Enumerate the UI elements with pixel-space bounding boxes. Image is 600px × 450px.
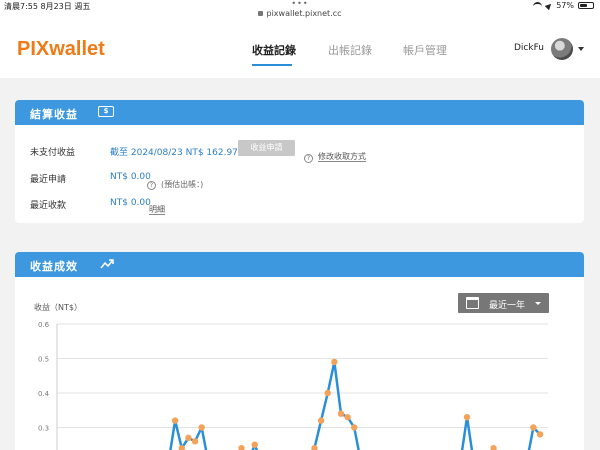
y-tick-label: 0.5 xyxy=(38,356,49,364)
y-tick-label: 0.6 xyxy=(38,321,50,329)
y-tick-label: 0.3 xyxy=(38,425,49,433)
y-axis-label: 收益（NT$） xyxy=(34,302,82,312)
data-point xyxy=(251,441,258,448)
data-point xyxy=(311,445,318,450)
data-point xyxy=(530,424,537,431)
data-point xyxy=(324,389,331,397)
data-point xyxy=(463,413,471,421)
data-point xyxy=(536,431,544,438)
data-point xyxy=(198,424,205,431)
y-tick-label: 0.4 xyxy=(38,390,50,398)
data-point xyxy=(171,417,179,424)
data-point xyxy=(238,445,245,450)
data-point xyxy=(191,438,199,445)
data-point xyxy=(331,358,338,366)
series-line xyxy=(169,360,541,450)
data-point xyxy=(344,413,351,421)
data-point xyxy=(337,410,345,417)
data-point xyxy=(185,434,192,442)
income-chart: 收益（NT$） 0.6 0.5 0.4 0.3 xyxy=(34,302,548,450)
data-point xyxy=(490,445,497,450)
data-point xyxy=(351,424,358,431)
data-point xyxy=(317,417,325,424)
